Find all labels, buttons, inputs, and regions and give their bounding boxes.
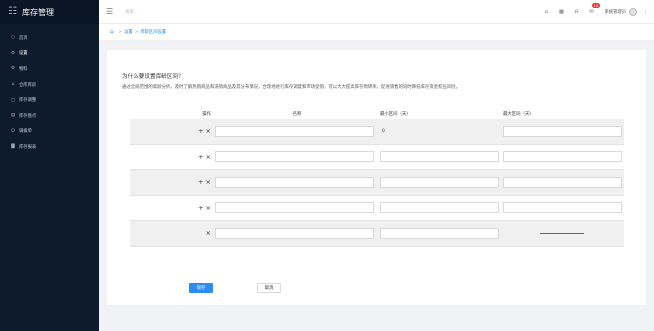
sidebar-menu: ○ 首页 ⚙ 设置 ⚙ 物料 ⌂ 仓库库房 □ 库存调整 ▤ 库存盘点 ⭘ 调拨… (0, 30, 99, 155)
remove-row-button[interactable]: × (206, 204, 211, 212)
cancel-button[interactable]: 取消 (257, 283, 281, 293)
menu-toggle-icon[interactable]: ☰ (106, 7, 113, 16)
sidebar-item-label: 库存报表 (19, 144, 37, 150)
row-actions: + × (130, 204, 214, 212)
breadcrumb-separator: > (134, 29, 139, 35)
sidebar-item-report[interactable]: ▇ 库存报表 (0, 139, 99, 155)
question-title: 为什么要设置库龄区间？ (122, 74, 184, 80)
min-input[interactable] (380, 202, 499, 214)
breadcrumb-settings[interactable]: 设置 (124, 29, 133, 35)
sidebar-item-label: 首页 (19, 35, 28, 41)
message-badge: 10 (591, 3, 601, 8)
table-row: + × (130, 196, 624, 221)
brand-bar[interactable]: ☷ 库存管理 (0, 0, 99, 24)
avatar[interactable] (629, 8, 637, 16)
transfer-icon: ⭘ (11, 129, 15, 135)
min-input[interactable] (380, 227, 499, 239)
clipboard-icon: ▤ (10, 113, 16, 119)
remove-row-button[interactable]: × (206, 179, 211, 186)
home-icon[interactable]: ⌂ (110, 29, 114, 35)
table-header: 操作 名称 最小区间（天） 最大区间（天） (130, 109, 624, 119)
breadcrumb-current: 库龄区间设置 (140, 30, 167, 35)
question-description: 通过全局范围的库龄分析，及时了解热销商品和滞销商品及其分布情况，合理地进行库存调… (122, 85, 461, 90)
settings-card: 为什么要设置库龄区间？ 通过全局范围的库龄分析，及时了解热销商品和滞销商品及其分… (107, 50, 646, 305)
min-input[interactable] (380, 176, 499, 188)
warehouse-icon: ⌂ (11, 82, 15, 88)
content-area: 为什么要设置库龄区间？ 通过全局范围的库龄分析，及时了解热销商品和滞销商品及其分… (99, 41, 654, 331)
unbounded-dash (540, 232, 584, 234)
max-input[interactable] (503, 151, 622, 163)
gear-icon: ⚙ (10, 50, 16, 56)
add-row-button[interactable]: + (198, 153, 203, 161)
min-input[interactable] (380, 151, 499, 163)
apps-icon[interactable]: ▦ (558, 9, 566, 15)
max-input[interactable] (503, 202, 622, 214)
chart-icon: ▇ (11, 144, 15, 150)
header-op: 操作 (202, 112, 211, 117)
name-input[interactable] (215, 202, 374, 214)
row-actions: + × (130, 128, 214, 135)
box-icon: ⚙ (10, 66, 16, 72)
notification-icon[interactable]: ⍾ (573, 9, 581, 16)
sidebar-item-label: 调拨单 (19, 129, 32, 135)
grid-icon: ☷ (8, 6, 17, 17)
remove-row-button[interactable]: × (206, 153, 211, 161)
name-input[interactable] (215, 176, 374, 188)
age-range-table: 操作 名称 最小区间（天） 最大区间（天） + × 0 + × + × + × … (130, 109, 624, 247)
remove-row-button[interactable]: × (206, 230, 211, 237)
table-row: + × (130, 170, 624, 196)
sidebar-item-label: 设置 (19, 51, 28, 57)
header-min: 最小区间（天） (380, 112, 411, 117)
table-row: + × (130, 145, 624, 170)
name-input[interactable] (215, 125, 374, 137)
table-row: × (130, 221, 624, 247)
sidebar-item-label: 仓库库房 (19, 82, 37, 88)
breadcrumb-separator: > (118, 29, 123, 35)
sidebar-item-stock-adjust[interactable]: □ 库存调整 (0, 92, 99, 108)
sidebar-item-label: 库存调整 (19, 98, 37, 104)
sidebar-item-stocktake[interactable]: ▤ 库存盘点 (0, 108, 99, 124)
home-icon: ○ (11, 35, 15, 41)
name-input[interactable] (215, 227, 374, 239)
more-icon[interactable]: ⋮ (643, 9, 648, 15)
max-input[interactable] (503, 176, 622, 188)
breadcrumb: ⌂ > 设置 > 库龄区间设置 (99, 24, 654, 41)
top-bar: ☰ 搜索... ⌂ ▦ ⍾ ✉ 10 系统管理员 ⋮ (99, 0, 654, 24)
sidebar: ☷ 库存管理 ○ 首页 ⚙ 设置 ⚙ 物料 ⌂ 仓库库房 □ 库存调整 ▤ 库存… (0, 0, 99, 331)
bell-outline-icon[interactable]: ⌂ (543, 9, 551, 15)
search-input[interactable]: 搜索... (125, 9, 138, 15)
top-right-tools: ⌂ ▦ ⍾ ✉ 10 系统管理员 ⋮ (543, 0, 648, 24)
sidebar-item-settings[interactable]: ⚙ 设置 (0, 46, 99, 62)
sidebar-item-label: 库存盘点 (19, 113, 37, 119)
header-name: 名称 (292, 112, 302, 117)
row-actions: + × (130, 179, 214, 186)
row-actions: + × (130, 153, 214, 161)
sidebar-item-materials[interactable]: ⚙ 物料 (0, 61, 99, 77)
name-input[interactable] (215, 151, 374, 163)
max-input[interactable] (503, 125, 622, 137)
user-name[interactable]: 系统管理员 (605, 9, 626, 15)
adjust-icon: □ (10, 97, 16, 103)
add-row-button[interactable]: + (198, 128, 203, 135)
header-max: 最大区间（天） (503, 112, 534, 117)
table-row: + × 0 (130, 119, 624, 145)
sidebar-item-warehouse[interactable]: ⌂ 仓库库房 (0, 77, 99, 93)
sidebar-item-label: 物料 (19, 66, 28, 72)
save-button[interactable]: 保存 (189, 283, 213, 293)
sidebar-item-transfer[interactable]: ⭘ 调拨单 (0, 124, 99, 140)
app-title: 库存管理 (21, 7, 54, 17)
add-row-button[interactable]: + (198, 179, 203, 186)
row-actions: × (130, 230, 214, 237)
add-row-button[interactable]: + (198, 204, 203, 212)
min-value: 0 (382, 129, 385, 135)
remove-row-button[interactable]: × (206, 128, 211, 135)
message-icon[interactable]: ✉ 10 (588, 3, 601, 15)
sidebar-item-home[interactable]: ○ 首页 (0, 30, 99, 46)
